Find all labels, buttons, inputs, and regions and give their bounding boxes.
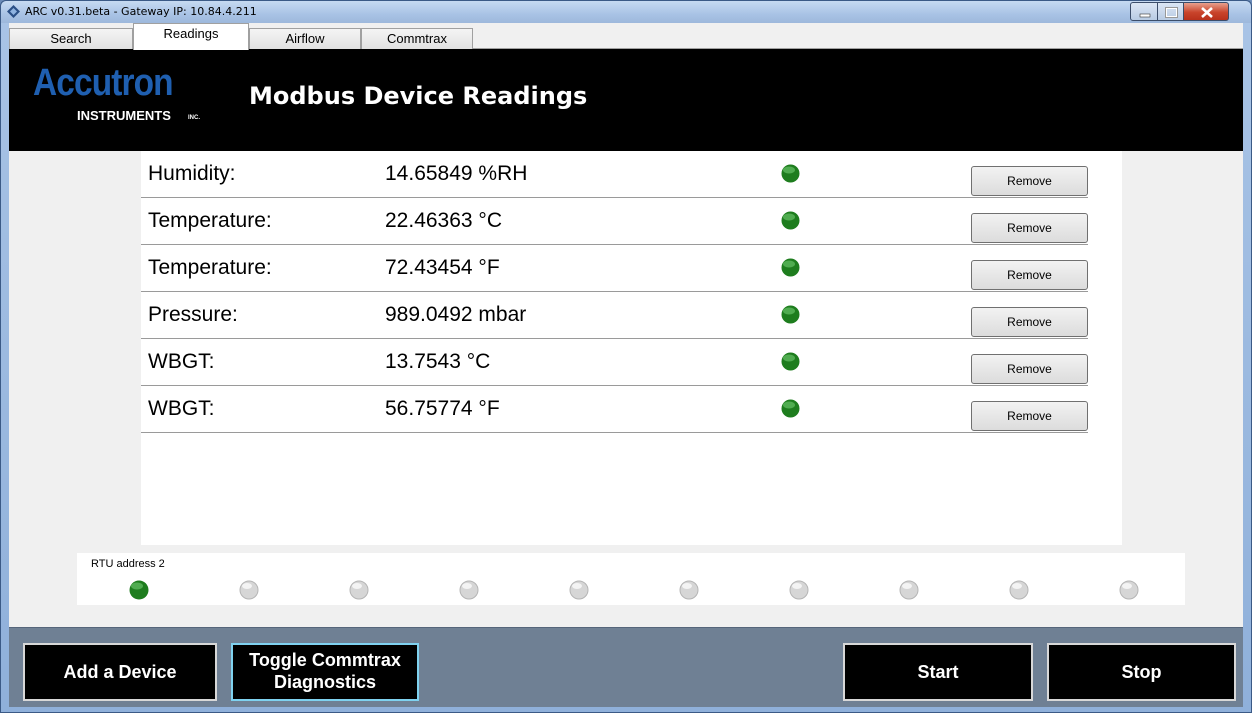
reading-label: Temperature: bbox=[148, 256, 272, 279]
remove-button[interactable]: Remove bbox=[971, 260, 1088, 290]
rtu-led-gray-icon[interactable] bbox=[679, 580, 699, 600]
action-bar: Add a Device Toggle Commtrax Diagnostics… bbox=[9, 627, 1243, 707]
company-logo-subtitle: INSTRUMENTS bbox=[77, 108, 171, 123]
rtu-led-green-icon[interactable] bbox=[129, 580, 149, 600]
status-led-icon bbox=[781, 399, 800, 418]
stop-button[interactable]: Stop bbox=[1047, 643, 1236, 701]
status-led-icon bbox=[781, 211, 800, 230]
reading-row: Temperature: 72.43454 °F Remove bbox=[141, 245, 1088, 292]
status-led-icon bbox=[781, 352, 800, 371]
status-led-icon bbox=[781, 258, 800, 277]
remove-button[interactable]: Remove bbox=[971, 307, 1088, 337]
reading-value: 72.43454 °F bbox=[385, 256, 500, 279]
rtu-led-gray-icon[interactable] bbox=[239, 580, 259, 600]
rtu-status-panel: RTU address 2 bbox=[77, 553, 1185, 605]
remove-button[interactable]: Remove bbox=[971, 213, 1088, 243]
toggle-commtrax-diagnostics-button[interactable]: Toggle Commtrax Diagnostics bbox=[231, 643, 419, 701]
rtu-address-label: RTU address 2 bbox=[91, 558, 165, 570]
status-led-icon bbox=[781, 305, 800, 324]
tab-search[interactable]: Search bbox=[9, 28, 133, 49]
start-button[interactable]: Start bbox=[843, 643, 1033, 701]
page-title: Modbus Device Readings bbox=[249, 82, 588, 110]
reading-row: Humidity: 14.65849 %RH Remove bbox=[141, 151, 1088, 198]
rtu-led-gray-icon[interactable] bbox=[1119, 580, 1139, 600]
reading-row: Temperature: 22.46363 °C Remove bbox=[141, 198, 1088, 245]
add-device-button[interactable]: Add a Device bbox=[23, 643, 217, 701]
reading-row: WBGT: 13.7543 °C Remove bbox=[141, 339, 1088, 386]
minimize-icon bbox=[1139, 13, 1151, 18]
reading-value: 13.7543 °C bbox=[385, 350, 491, 373]
rtu-led-gray-icon[interactable] bbox=[459, 580, 479, 600]
tab-strip: Search Readings Airflow Commtrax bbox=[9, 23, 1243, 50]
reading-value: 14.65849 %RH bbox=[385, 162, 528, 185]
rtu-led-gray-icon[interactable] bbox=[789, 580, 809, 600]
reading-row: Pressure: 989.0492 mbar Remove bbox=[141, 292, 1088, 339]
tab-commtrax[interactable]: Commtrax bbox=[361, 28, 473, 49]
reading-label: Pressure: bbox=[148, 303, 238, 326]
title-bar[interactable]: ARC v0.31.beta - Gateway IP: 10.84.4.211 bbox=[1, 1, 1251, 23]
header-banner: Accutron INSTRUMENTS INC. Modbus Device … bbox=[9, 49, 1243, 151]
reading-label: Humidity: bbox=[148, 162, 236, 185]
status-led-icon bbox=[781, 164, 800, 183]
reading-label: Temperature: bbox=[148, 209, 272, 232]
tab-airflow[interactable]: Airflow bbox=[249, 28, 361, 49]
readings-list: Humidity: 14.65849 %RH Remove Temperatur… bbox=[141, 151, 1122, 545]
toggle-button-line2: Diagnostics bbox=[273, 672, 377, 692]
minimize-button[interactable] bbox=[1130, 2, 1158, 21]
app-logo-icon bbox=[7, 5, 20, 18]
tab-readings[interactable]: Readings bbox=[133, 23, 249, 50]
rtu-led-gray-icon[interactable] bbox=[899, 580, 919, 600]
client-area: Search Readings Airflow Commtrax Accutro… bbox=[9, 23, 1243, 707]
rtu-led-gray-icon[interactable] bbox=[1009, 580, 1029, 600]
reading-label: WBGT: bbox=[148, 397, 215, 420]
company-logo: Accutron bbox=[33, 62, 174, 104]
reading-value: 56.75774 °F bbox=[385, 397, 500, 420]
toggle-button-line1: Toggle Commtrax bbox=[249, 650, 401, 670]
reading-value: 989.0492 mbar bbox=[385, 303, 527, 326]
maximize-icon bbox=[1165, 7, 1178, 18]
remove-button[interactable]: Remove bbox=[971, 166, 1088, 196]
remove-button[interactable]: Remove bbox=[971, 354, 1088, 384]
reading-label: WBGT: bbox=[148, 350, 215, 373]
window-title: ARC v0.31.beta - Gateway IP: 10.84.4.211 bbox=[25, 5, 257, 18]
rtu-led-gray-icon[interactable] bbox=[569, 580, 589, 600]
close-icon bbox=[1201, 7, 1213, 18]
rtu-led-gray-icon[interactable] bbox=[349, 580, 369, 600]
remove-button[interactable]: Remove bbox=[971, 401, 1088, 431]
company-logo-inc: INC. bbox=[188, 115, 200, 121]
reading-value: 22.46363 °C bbox=[385, 209, 502, 232]
close-button[interactable] bbox=[1183, 2, 1229, 21]
reading-row: WBGT: 56.75774 °F Remove bbox=[141, 386, 1088, 433]
maximize-button[interactable] bbox=[1157, 2, 1184, 21]
app-window: ARC v0.31.beta - Gateway IP: 10.84.4.211… bbox=[0, 0, 1252, 713]
